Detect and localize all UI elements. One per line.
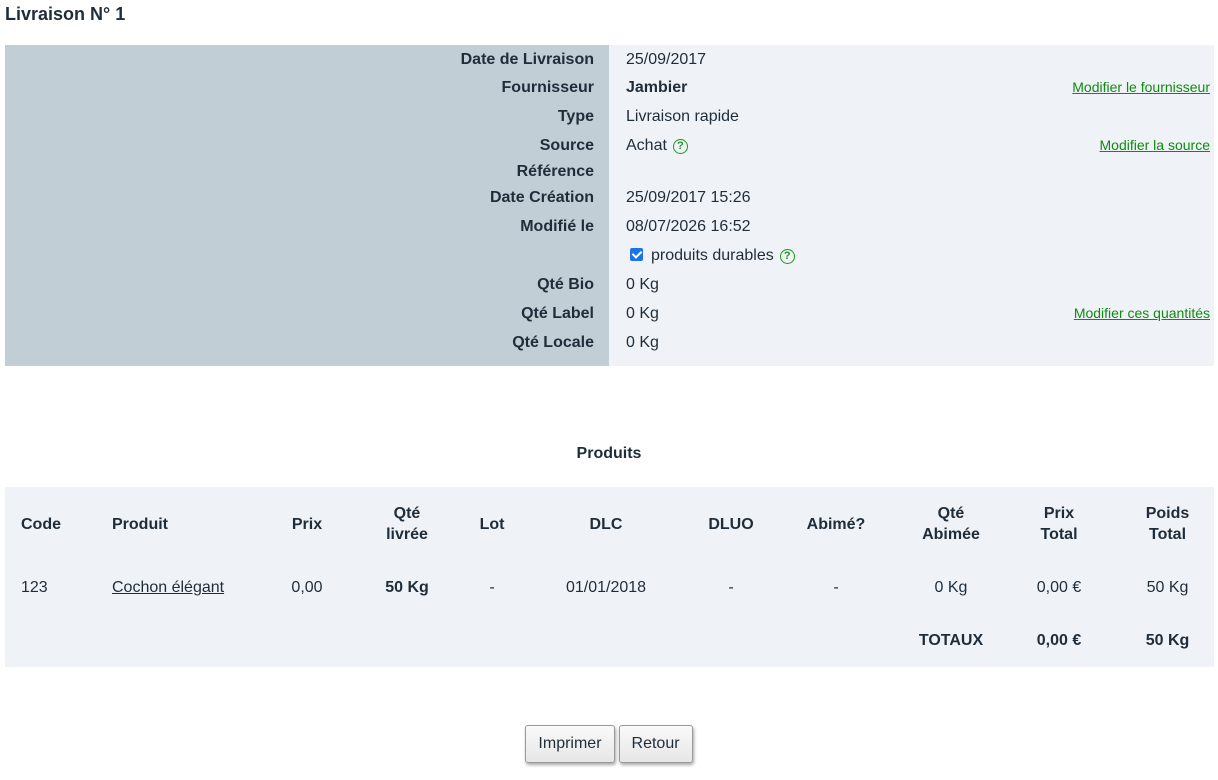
delivery-info-panel: Date de Livraison 25/09/2017 Fournisseur… — [5, 45, 1214, 366]
products-table-panel: Code Produit Prix Qté livrée Lot DLC DLUO… — [5, 487, 1214, 667]
cell-qte-livree: 50 Kg — [385, 578, 429, 596]
cell-dlc: 01/01/2018 — [565, 578, 647, 596]
table-row: 123 Cochon élégant 0,00 50 Kg - 01/01/20… — [5, 561, 1214, 614]
col-header-code: Code — [21, 515, 61, 533]
info-label: Fournisseur — [501, 79, 594, 96]
cell-prix: 0,00 — [291, 578, 323, 596]
info-value: 25/09/2017 — [626, 51, 707, 68]
col-header-lot: Lot — [479, 515, 505, 533]
info-row-reference: Référence — [5, 160, 1214, 184]
totals-prix-total: 0,00 € — [1036, 631, 1082, 649]
info-row-type: Type Livraison rapide — [5, 105, 1214, 129]
cell-abime: - — [833, 578, 839, 596]
info-value: Livraison rapide — [626, 108, 739, 125]
cell-code: 123 — [21, 578, 48, 596]
durable-products-wrap: produits durables? — [626, 244, 795, 268]
info-row-qte-locale: Qté Locale 0 Kg — [5, 331, 1214, 355]
info-row-qte-label: Qté Label 0 Kg Modifier ces quantités — [5, 302, 1214, 326]
help-icon[interactable]: ? — [672, 139, 688, 154]
modify-quantities-link[interactable]: Modifier ces quantités — [1074, 302, 1210, 324]
info-value: Achat — [626, 137, 667, 154]
info-label: Date Création — [489, 189, 594, 206]
modify-supplier-link[interactable]: Modifier le fournisseur — [1072, 76, 1210, 98]
info-row-modifie-le: Modifié le 08/07/2026 16:52 — [5, 215, 1214, 239]
info-value: 08/07/2026 16:52 — [626, 218, 751, 235]
info-value: 0 Kg — [626, 305, 659, 322]
info-row-date-creation: Date Création 25/09/2017 15:26 — [5, 186, 1214, 210]
totals-row: TOTAUX 0,00 € 50 Kg — [5, 614, 1214, 667]
info-label: Type — [557, 108, 594, 125]
col-header-produit: Produit — [112, 515, 168, 533]
totals-label: TOTAUX — [918, 631, 984, 649]
cell-poids-total: 50 Kg — [1146, 578, 1189, 596]
info-label: Qté Label — [521, 305, 594, 322]
info-label: Qté Locale — [512, 334, 594, 351]
info-row-date-livraison: Date de Livraison 25/09/2017 — [5, 48, 1214, 72]
col-header-poids-total: Poids Total — [1145, 505, 1190, 543]
cell-qte-abimee: 0 Kg — [934, 578, 968, 596]
help-icon[interactable]: ? — [779, 249, 795, 264]
durable-products-checkbox[interactable] — [630, 248, 643, 261]
cell-prix-total: 0,00 € — [1036, 578, 1082, 596]
col-header-abime: Abimé? — [806, 515, 866, 533]
info-value: 25/09/2017 15:26 — [626, 189, 751, 206]
totals-poids-total: 50 Kg — [1145, 631, 1190, 649]
col-header-dlc: DLC — [589, 515, 623, 533]
info-label: Référence — [516, 163, 594, 180]
info-label: Qté Bio — [537, 276, 594, 293]
modify-source-link[interactable]: Modifier la source — [1100, 134, 1211, 156]
info-label: Source — [539, 137, 594, 154]
print-button[interactable]: Imprimer — [525, 725, 615, 763]
info-value-wrap: Achat? — [626, 134, 688, 158]
col-header-qte-livree: Qté livrée — [386, 505, 428, 543]
col-header-prix-total: Prix Total — [1040, 505, 1078, 543]
col-header-prix: Prix — [291, 515, 323, 533]
durable-products-label: produits durables — [651, 247, 774, 264]
cell-produit: Cochon élégant — [96, 561, 267, 614]
info-row-produits-durables: produits durables? — [5, 244, 1214, 268]
products-table: Code Produit Prix Qté livrée Lot DLC DLUO… — [5, 487, 1214, 667]
page-title: Livraison N° 1 — [5, 4, 126, 24]
info-row-qte-bio: Qté Bio 0 Kg — [5, 273, 1214, 297]
products-section-title: Produits — [576, 445, 642, 462]
info-value: Jambier — [626, 79, 688, 96]
cell-lot: - — [489, 578, 495, 596]
info-value: 0 Kg — [626, 276, 659, 293]
info-label: Modifié le — [520, 218, 594, 235]
info-value: 0 Kg — [626, 334, 659, 351]
product-link[interactable]: Cochon élégant — [112, 579, 224, 596]
info-label: Date de Livraison — [460, 51, 594, 68]
cell-dluo: - — [728, 578, 734, 596]
col-header-qte-abimee: Qté Abimée — [922, 505, 980, 543]
back-button[interactable]: Retour — [618, 725, 693, 763]
col-header-dluo: DLUO — [708, 515, 754, 533]
products-header-row: Code Produit Prix Qté livrée Lot DLC DLUO… — [5, 487, 1214, 561]
info-row-source: Source Achat? Modifier la source — [5, 134, 1214, 158]
action-buttons: Imprimer Retour — [0, 725, 1218, 763]
info-row-fournisseur: Fournisseur Jambier Modifier le fourniss… — [5, 76, 1214, 100]
